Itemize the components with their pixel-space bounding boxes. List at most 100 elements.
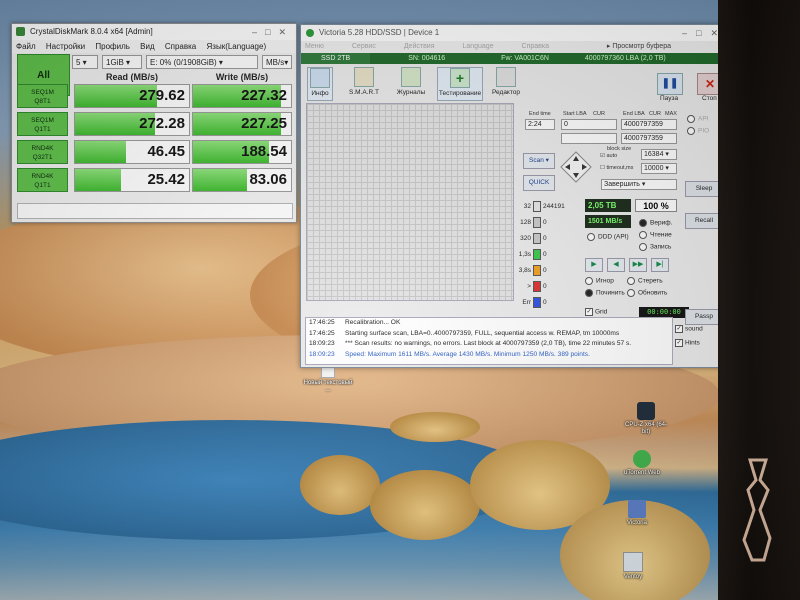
tab-info[interactable]: Инфо [307,67,333,101]
start-lba-input[interactable]: 0 [561,119,617,130]
vic-title: Victoria 5.28 HDD/SSD | Device 1 [319,28,440,37]
log-timestamp: 18:09:23 [309,350,335,358]
cdm-write-value: 227.32 [241,87,287,104]
skip-forward-button[interactable]: ▶▶ [629,258,647,272]
repair-radio[interactable]: Починить [585,289,625,297]
end-lba-input[interactable]: 4000797359 [621,119,677,130]
latency-count: 0 [543,235,547,243]
logs-icon [401,67,421,87]
api-radio[interactable]: API [687,115,708,123]
navigation-dpad[interactable] [559,150,593,184]
cdm-menu-profile[interactable]: Профиль [95,42,130,51]
vic-drive-name[interactable]: SSD 2TB [301,53,371,64]
cdm-menu-help[interactable]: Справка [165,42,196,51]
cdm-menu-language[interactable]: Язык(Language) [207,42,267,51]
cdm-write-result: 83.06 [192,168,292,192]
cdm-read-bar [75,169,121,191]
latency-row: 3,8s 0 [515,265,547,276]
finish-select[interactable]: Завершить ▾ [601,179,677,190]
cdm-read-bar [75,141,127,163]
cdm-drive-select[interactable]: E: 0% (0/1908GiB) ▾ [146,55,258,69]
update-radio[interactable]: Обновить [627,289,667,297]
victoria-icon [628,500,646,518]
latency-threshold: 3,8s [518,267,531,275]
latency-color-swatch [533,233,541,244]
timeout-label: ☐ timeout,ms [600,165,634,171]
back-button[interactable]: ◀ [607,258,625,272]
desktop-icon-victoria[interactable]: Victoria [612,500,662,527]
desktop-icon-label: uTorrent Web [624,470,660,476]
latency-row: 32 244191 [515,201,565,212]
cdm-unit-select[interactable]: MB/s▾ [262,55,292,69]
sound-checkbox[interactable]: ✓ sound [675,325,703,333]
percent-done: 100 % [635,199,677,212]
latency-color-swatch [533,201,541,212]
cdm-test-button[interactable]: RND4K Q1T1 [17,168,68,192]
desktop-icon-utorrent[interactable]: uTorrent Web [617,450,667,477]
tab-testing[interactable]: + Тестирование [437,67,483,101]
cdm-read-value: 279.62 [139,87,185,104]
vic-menu-main[interactable]: Меню [305,43,324,50]
tab-logs[interactable]: Журналы [395,67,427,99]
ddd-api-checkbox[interactable]: DDD (API) [587,233,629,241]
auto-checkbox[interactable]: ☑ auto [600,153,617,159]
current-speed: 1501 MB/s [585,215,631,228]
cdm-menu-view[interactable]: Вид [140,42,154,51]
cdm-count-select[interactable]: 5 ▾ [72,55,98,69]
start-lba-cur-field [561,133,617,144]
plus-icon: + [450,68,470,88]
desktop-icon-label: Victoria [627,520,647,526]
end-lba-label: End LBA [623,111,645,117]
vic-buffer-view-button[interactable]: ▸ Просмотр буфера [607,41,697,53]
read-radio[interactable]: Чтение [639,231,672,239]
desktop-icon-ventoy[interactable]: Ventoy [608,552,658,581]
cdm-size-select[interactable]: 1GiB ▾ [102,55,142,69]
desktop-icon-cpuz[interactable]: CPU-Z x64 (64-bit) [621,402,671,436]
cdm-menu-file[interactable]: Файл [16,42,36,51]
timeout-select[interactable]: 10000 ▾ [641,163,677,174]
cpuz-icon [637,402,655,420]
smart-icon [354,67,374,87]
ignore-radio[interactable]: Игнор [585,277,614,285]
cdm-test-button[interactable]: RND4K Q32T1 [17,140,68,164]
desktop-icon-label: CPU-Z x64 (64-bit) [624,422,667,435]
verify-radio[interactable]: Вериф. [639,219,672,227]
latency-count: 0 [543,299,547,307]
vic-menu-language[interactable]: Language [462,43,493,50]
block-size-select[interactable]: 16384 ▾ [641,149,677,160]
cdm-menu-settings[interactable]: Настройки [46,42,85,51]
cdm-titlebar[interactable]: CrystalDiskMark 8.0.4 x64 [Admin] –□✕ [12,24,296,40]
vic-menu-help[interactable]: Справка [522,43,549,50]
erase-radio[interactable]: Стереть [627,277,663,285]
figurine-decoration [742,458,772,562]
cdm-write-header: Write (MB/s) [215,72,269,82]
skip-end-button[interactable]: ▶| [651,258,669,272]
vic-titlebar[interactable]: Victoria 5.28 HDD/SSD | Device 1 –□✕ [301,25,731,41]
hints-checkbox[interactable]: ✓ Hints [675,339,700,347]
log-timestamp: 17:46:25 [309,329,335,337]
pause-button[interactable]: ❚❚ [657,73,683,95]
vic-menu-actions[interactable]: Действия [404,43,435,50]
vic-menu-service[interactable]: Сервис [352,43,376,50]
cdm-test-button[interactable]: SEQ1M Q1T1 [17,112,68,136]
pio-radio[interactable]: PIO [687,127,709,135]
tab-smart[interactable]: S.M.A.R.T [347,67,381,99]
cdm-window-buttons[interactable]: –□✕ [252,24,294,40]
scan-button[interactable]: Scan ▾ [523,153,555,169]
desktop-icon-label: Новый текстовый ... [303,380,353,393]
end-lba-field: 4000797359 [621,133,677,144]
play-button[interactable]: ▶ [585,258,603,272]
cdm-comment-field[interactable] [17,203,293,219]
latency-count: 0 [543,251,547,259]
quick-button[interactable]: QUICK [523,175,555,191]
grass-tuft [300,455,380,515]
latency-row: >0 [515,281,547,292]
cdm-test-button[interactable]: SEQ1M Q8T1 [17,84,68,108]
grid-checkbox[interactable]: ✓ Grid [585,308,607,316]
tab-editor[interactable]: Редактор [489,67,523,99]
cdm-write-value: 227.25 [241,115,287,132]
cdm-write-bar [193,169,247,191]
write-radio[interactable]: Запись [639,243,671,251]
pause-label: Пауза [660,95,679,102]
stop-label: Стоп [702,95,717,102]
